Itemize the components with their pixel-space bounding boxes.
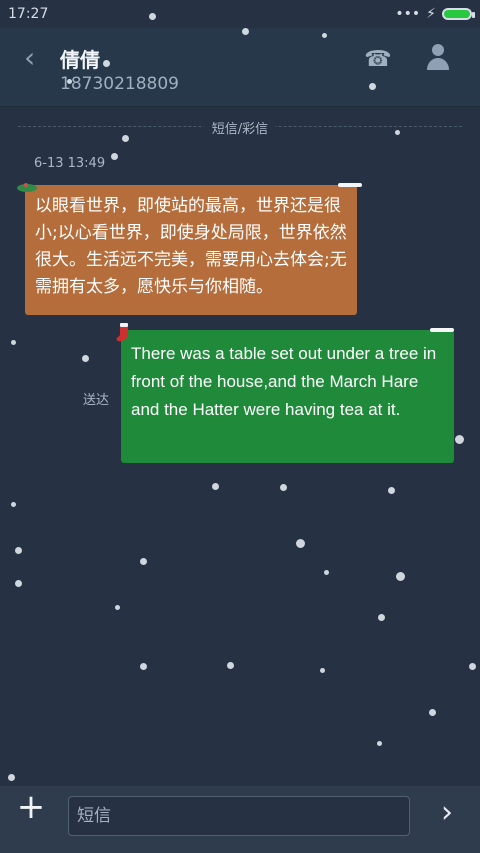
contact-name: 倩倩 [60,48,100,72]
snowflake [322,33,327,38]
thread-type-label: 短信/彩信 [203,118,277,137]
snowflake [242,28,249,35]
snowflake [395,130,400,135]
snowflake [396,572,405,581]
outgoing-message-text: There was a table set out under a tree i… [131,344,437,419]
snowflake [8,774,15,781]
call-button[interactable]: ☎ [364,46,392,74]
send-icon: › [441,795,453,830]
snowflake [11,340,16,345]
contact-profile-button[interactable] [424,42,452,74]
delivery-status: 送达 [83,393,110,408]
snowflake [280,484,287,491]
snowflake [82,355,89,362]
snowflake [296,539,305,548]
snowflake [388,487,395,494]
back-icon: ‹ [24,41,36,74]
back-button[interactable]: ‹ [24,44,52,72]
incoming-message-text: 以眼看世界，即使站的最高，世界还是很小;以心看世界，即使身处局限，世界依然很大。… [35,196,347,297]
snowflake [469,663,476,670]
snowflake [377,741,382,746]
conversation-header: ‹ 倩倩 18730218809 ☎ [0,28,480,107]
snowflake [103,60,110,67]
send-button[interactable]: › [432,798,462,828]
snowflake [11,502,16,507]
charging-icon: ⚡ [426,6,436,22]
status-time: 17:27 [8,6,49,22]
status-icons: ••• ⚡ [395,6,475,22]
status-bar: 17:27 ••• ⚡ [0,0,480,28]
snowflake [67,79,72,84]
snowflake [149,13,156,20]
message-input[interactable] [68,796,410,836]
person-icon [427,44,449,70]
snowflake [369,83,376,90]
snowflake [212,483,219,490]
snowflake [111,153,118,160]
signal-dots-icon: ••• [395,6,421,22]
incoming-message-bubble[interactable]: 以眼看世界，即使站的最高，世界还是很小;以心看世界，即使身处局限，世界依然很大。… [25,185,357,315]
plus-icon: + [16,787,46,827]
snowflake [15,547,22,554]
phone-icon: ☎ [364,47,392,72]
snowflake [429,709,436,716]
battery-icon [442,8,475,20]
contact-phone-number: 18730218809 [60,74,179,94]
snowflake [122,135,129,142]
snowflake [378,614,385,621]
outgoing-message-bubble[interactable]: There was a table set out under a tree i… [121,330,454,463]
snowflake [140,663,147,670]
snowflake [140,558,147,565]
message-composer: + › [0,786,480,853]
snowflake [227,662,234,669]
snowflake [115,605,120,610]
snowflake [324,570,329,575]
message-timestamp: 6-13 13:49 [34,156,106,171]
snowflake [455,435,464,444]
snowflake [15,580,22,587]
snowflake [320,668,325,673]
attach-button[interactable]: + [16,790,46,824]
